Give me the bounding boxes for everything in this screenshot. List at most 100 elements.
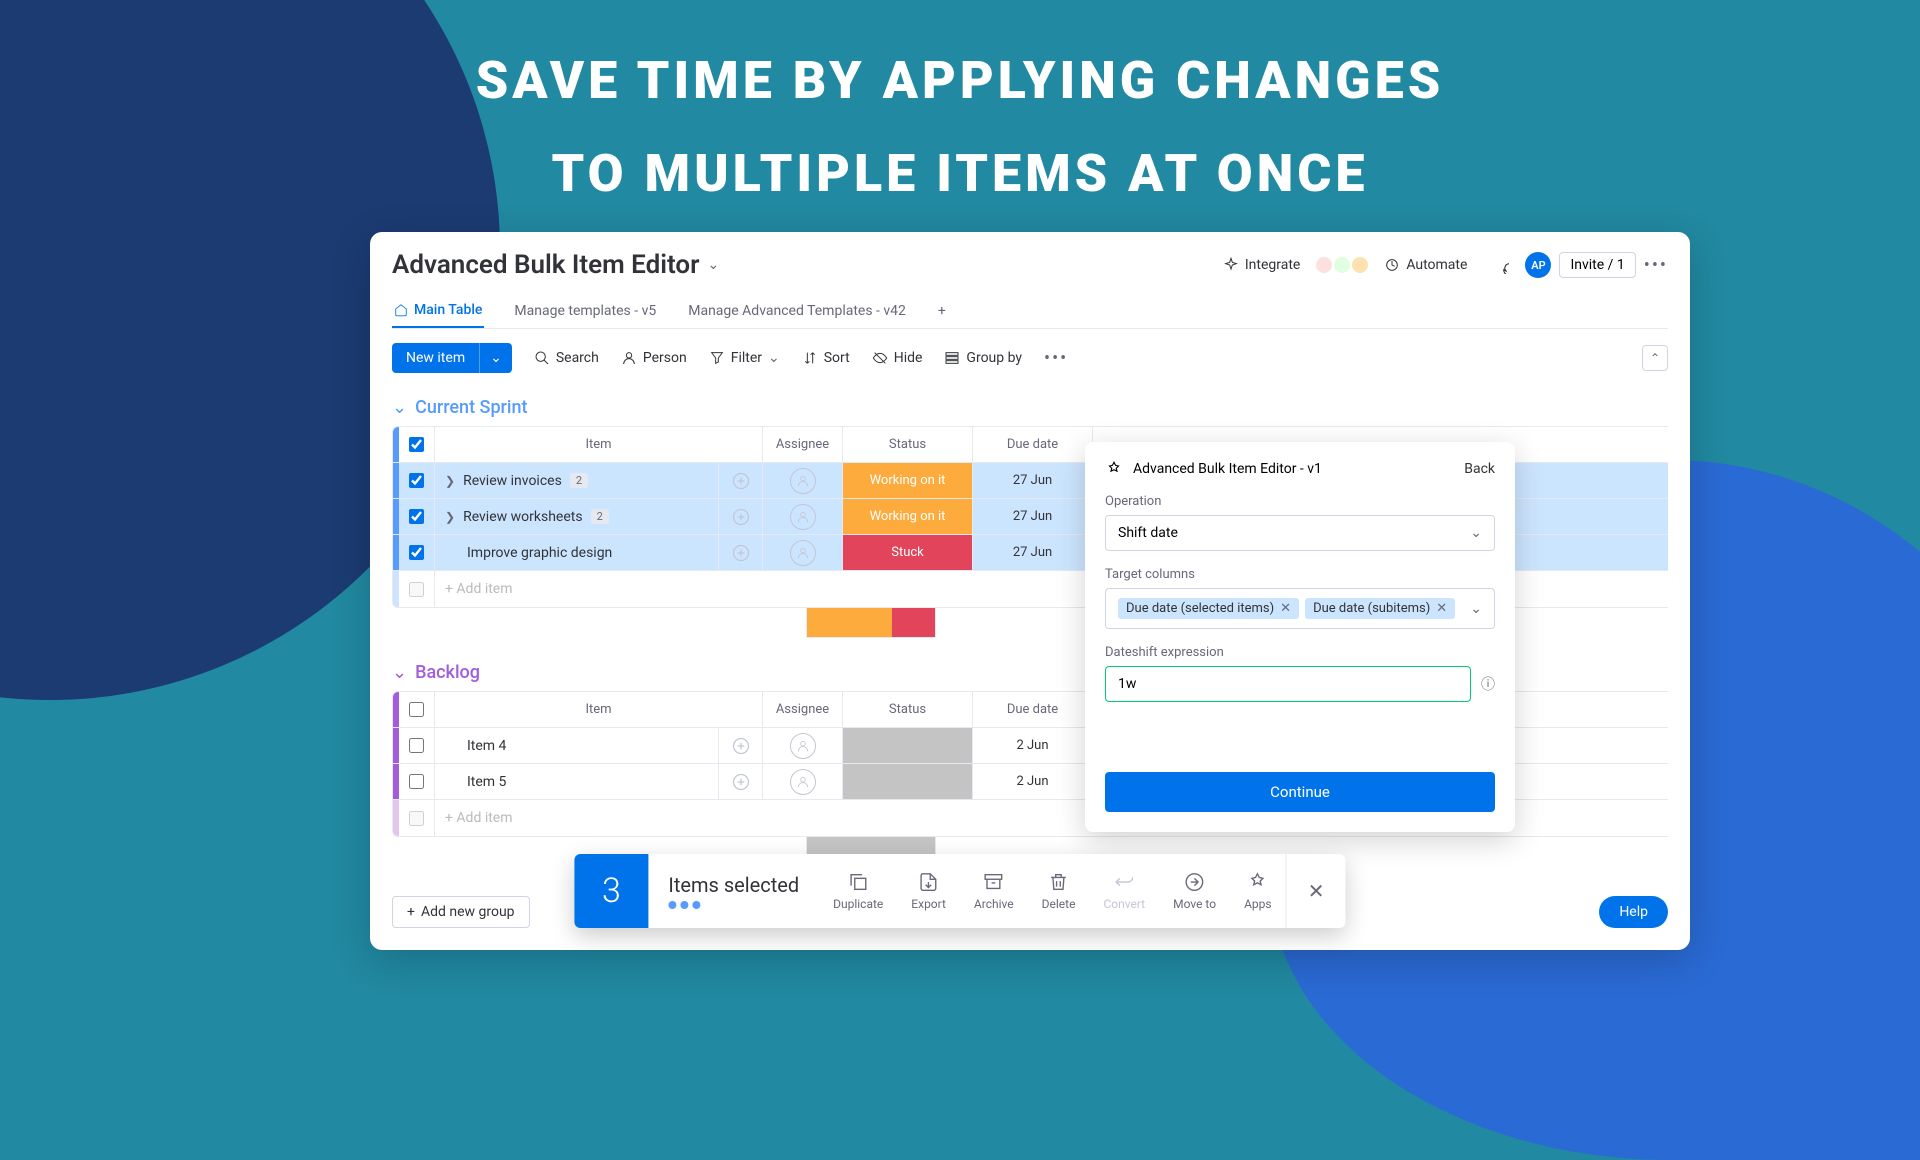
- archive-button[interactable]: Archive: [960, 854, 1028, 928]
- invite-button[interactable]: Invite / 1: [1559, 252, 1635, 278]
- add-message-icon[interactable]: [719, 728, 763, 763]
- row-checkbox[interactable]: [409, 774, 424, 789]
- item-name: Item 4: [467, 738, 506, 754]
- new-item-button[interactable]: New item⌄: [392, 343, 512, 373]
- date-cell[interactable]: 27 Jun: [973, 499, 1093, 534]
- add-message-icon[interactable]: [719, 499, 763, 534]
- integration-icons: [1316, 257, 1368, 273]
- convert-button: Convert: [1089, 854, 1159, 928]
- hero-title: SAVE TIME BY APPLYING CHANGES TO MULTIPL…: [0, 45, 1920, 211]
- operation-select[interactable]: Shift date⌄: [1105, 515, 1495, 551]
- add-group-button[interactable]: +Add new group: [392, 896, 530, 928]
- row-checkbox[interactable]: [409, 473, 424, 488]
- item-name: Review invoices: [463, 473, 562, 489]
- status-cell[interactable]: Working on it: [843, 499, 973, 534]
- hide-button[interactable]: Hide: [872, 350, 923, 366]
- expression-label: Dateshift expression: [1105, 645, 1495, 660]
- search-button[interactable]: Search: [534, 350, 599, 366]
- groupby-button[interactable]: Group by: [944, 350, 1022, 366]
- subitem-count: 2: [591, 509, 609, 524]
- apps-button[interactable]: Apps: [1230, 854, 1286, 928]
- panel-title: Advanced Bulk Item Editor - v1: [1133, 461, 1322, 477]
- chevron-down-icon[interactable]: ⌄: [707, 257, 719, 273]
- expression-input[interactable]: 1w: [1105, 666, 1471, 702]
- selection-toolbar: 3 Items selected Duplicate Export Archiv…: [574, 854, 1345, 928]
- target-columns-label: Target columns: [1105, 567, 1495, 582]
- col-date: Due date: [973, 427, 1093, 462]
- row-checkbox[interactable]: [409, 545, 424, 560]
- chevron-down-icon: ⌄: [1470, 525, 1482, 541]
- status-cell[interactable]: [843, 728, 973, 763]
- status-cell[interactable]: Working on it: [843, 463, 973, 498]
- row-checkbox[interactable]: [409, 738, 424, 753]
- assignee-avatar[interactable]: [790, 540, 816, 566]
- help-button[interactable]: Help: [1599, 896, 1668, 928]
- col-assignee: Assignee: [763, 427, 843, 462]
- status-cell[interactable]: [843, 764, 973, 799]
- status-cell[interactable]: Stuck: [843, 535, 973, 570]
- col-status: Status: [843, 692, 973, 727]
- status-summary: [806, 608, 936, 638]
- tab-templates[interactable]: Manage templates - v5: [512, 294, 658, 328]
- col-date: Due date: [973, 692, 1093, 727]
- tab-advanced-templates[interactable]: Manage Advanced Templates - v42: [686, 294, 908, 328]
- chip: Due date (subitems)✕: [1305, 598, 1455, 619]
- chevron-down-icon: ⌄: [479, 343, 512, 373]
- collapse-icon[interactable]: ⌃: [1642, 345, 1668, 371]
- person-filter[interactable]: Person: [621, 350, 687, 366]
- assignee-avatar[interactable]: [790, 468, 816, 494]
- subitem-count: 2: [570, 473, 588, 488]
- operation-label: Operation: [1105, 494, 1495, 509]
- date-cell[interactable]: 27 Jun: [973, 535, 1093, 570]
- select-all-checkbox[interactable]: [409, 702, 424, 717]
- expand-icon[interactable]: ❯: [445, 510, 455, 524]
- continue-button[interactable]: Continue: [1105, 772, 1495, 812]
- assignee-avatar[interactable]: [790, 733, 816, 759]
- filter-button[interactable]: Filter⌄: [709, 350, 780, 366]
- chip-remove-icon[interactable]: ✕: [1280, 601, 1291, 616]
- item-name: Review worksheets: [463, 509, 583, 525]
- date-cell[interactable]: 27 Jun: [973, 463, 1093, 498]
- automate-button[interactable]: Automate: [1376, 253, 1475, 277]
- add-message-icon[interactable]: [719, 463, 763, 498]
- group-title-sprint[interactable]: ⌄Current Sprint: [392, 397, 1668, 418]
- chip: Due date (selected items)✕: [1118, 598, 1299, 619]
- info-icon[interactable]: ⓘ: [1481, 674, 1495, 694]
- col-status: Status: [843, 427, 973, 462]
- chat-icon[interactable]: [1483, 252, 1517, 278]
- selection-dots: [668, 901, 799, 909]
- moveto-button[interactable]: Move to: [1159, 854, 1230, 928]
- assignee-avatar[interactable]: [790, 769, 816, 795]
- chip-remove-icon[interactable]: ✕: [1436, 601, 1447, 616]
- date-cell[interactable]: 2 Jun: [973, 764, 1093, 799]
- bulk-editor-panel: Advanced Bulk Item Editor - v1 Back Oper…: [1085, 442, 1515, 832]
- item-name: Improve graphic design: [467, 545, 612, 561]
- toolbar-more-icon[interactable]: •••: [1044, 348, 1068, 369]
- board-title[interactable]: Advanced Bulk Item Editor: [392, 250, 699, 280]
- duplicate-button[interactable]: Duplicate: [819, 854, 897, 928]
- date-cell[interactable]: 2 Jun: [973, 728, 1093, 763]
- integrate-button[interactable]: Integrate: [1215, 253, 1309, 277]
- selection-count: 3: [574, 854, 648, 928]
- item-name: Item 5: [467, 774, 506, 790]
- tab-main-table[interactable]: Main Table: [392, 294, 484, 328]
- back-button[interactable]: Back: [1464, 461, 1495, 477]
- add-message-icon[interactable]: [719, 764, 763, 799]
- avatar[interactable]: AP: [1525, 252, 1551, 278]
- select-all-checkbox[interactable]: [409, 437, 424, 452]
- col-item: Item: [435, 427, 763, 462]
- expand-icon[interactable]: ❯: [445, 474, 455, 488]
- chevron-down-icon: ⌄: [1470, 601, 1482, 617]
- export-button[interactable]: Export: [897, 854, 960, 928]
- close-icon[interactable]: ✕: [1286, 854, 1346, 928]
- row-checkbox[interactable]: [409, 509, 424, 524]
- sort-button[interactable]: Sort: [802, 350, 850, 366]
- add-message-icon[interactable]: [719, 535, 763, 570]
- tab-add[interactable]: +: [936, 294, 948, 328]
- col-assignee: Assignee: [763, 692, 843, 727]
- more-icon[interactable]: •••: [1644, 255, 1668, 276]
- col-item: Item: [435, 692, 763, 727]
- target-columns-select[interactable]: Due date (selected items)✕ Due date (sub…: [1105, 588, 1495, 629]
- delete-button[interactable]: Delete: [1028, 854, 1090, 928]
- assignee-avatar[interactable]: [790, 504, 816, 530]
